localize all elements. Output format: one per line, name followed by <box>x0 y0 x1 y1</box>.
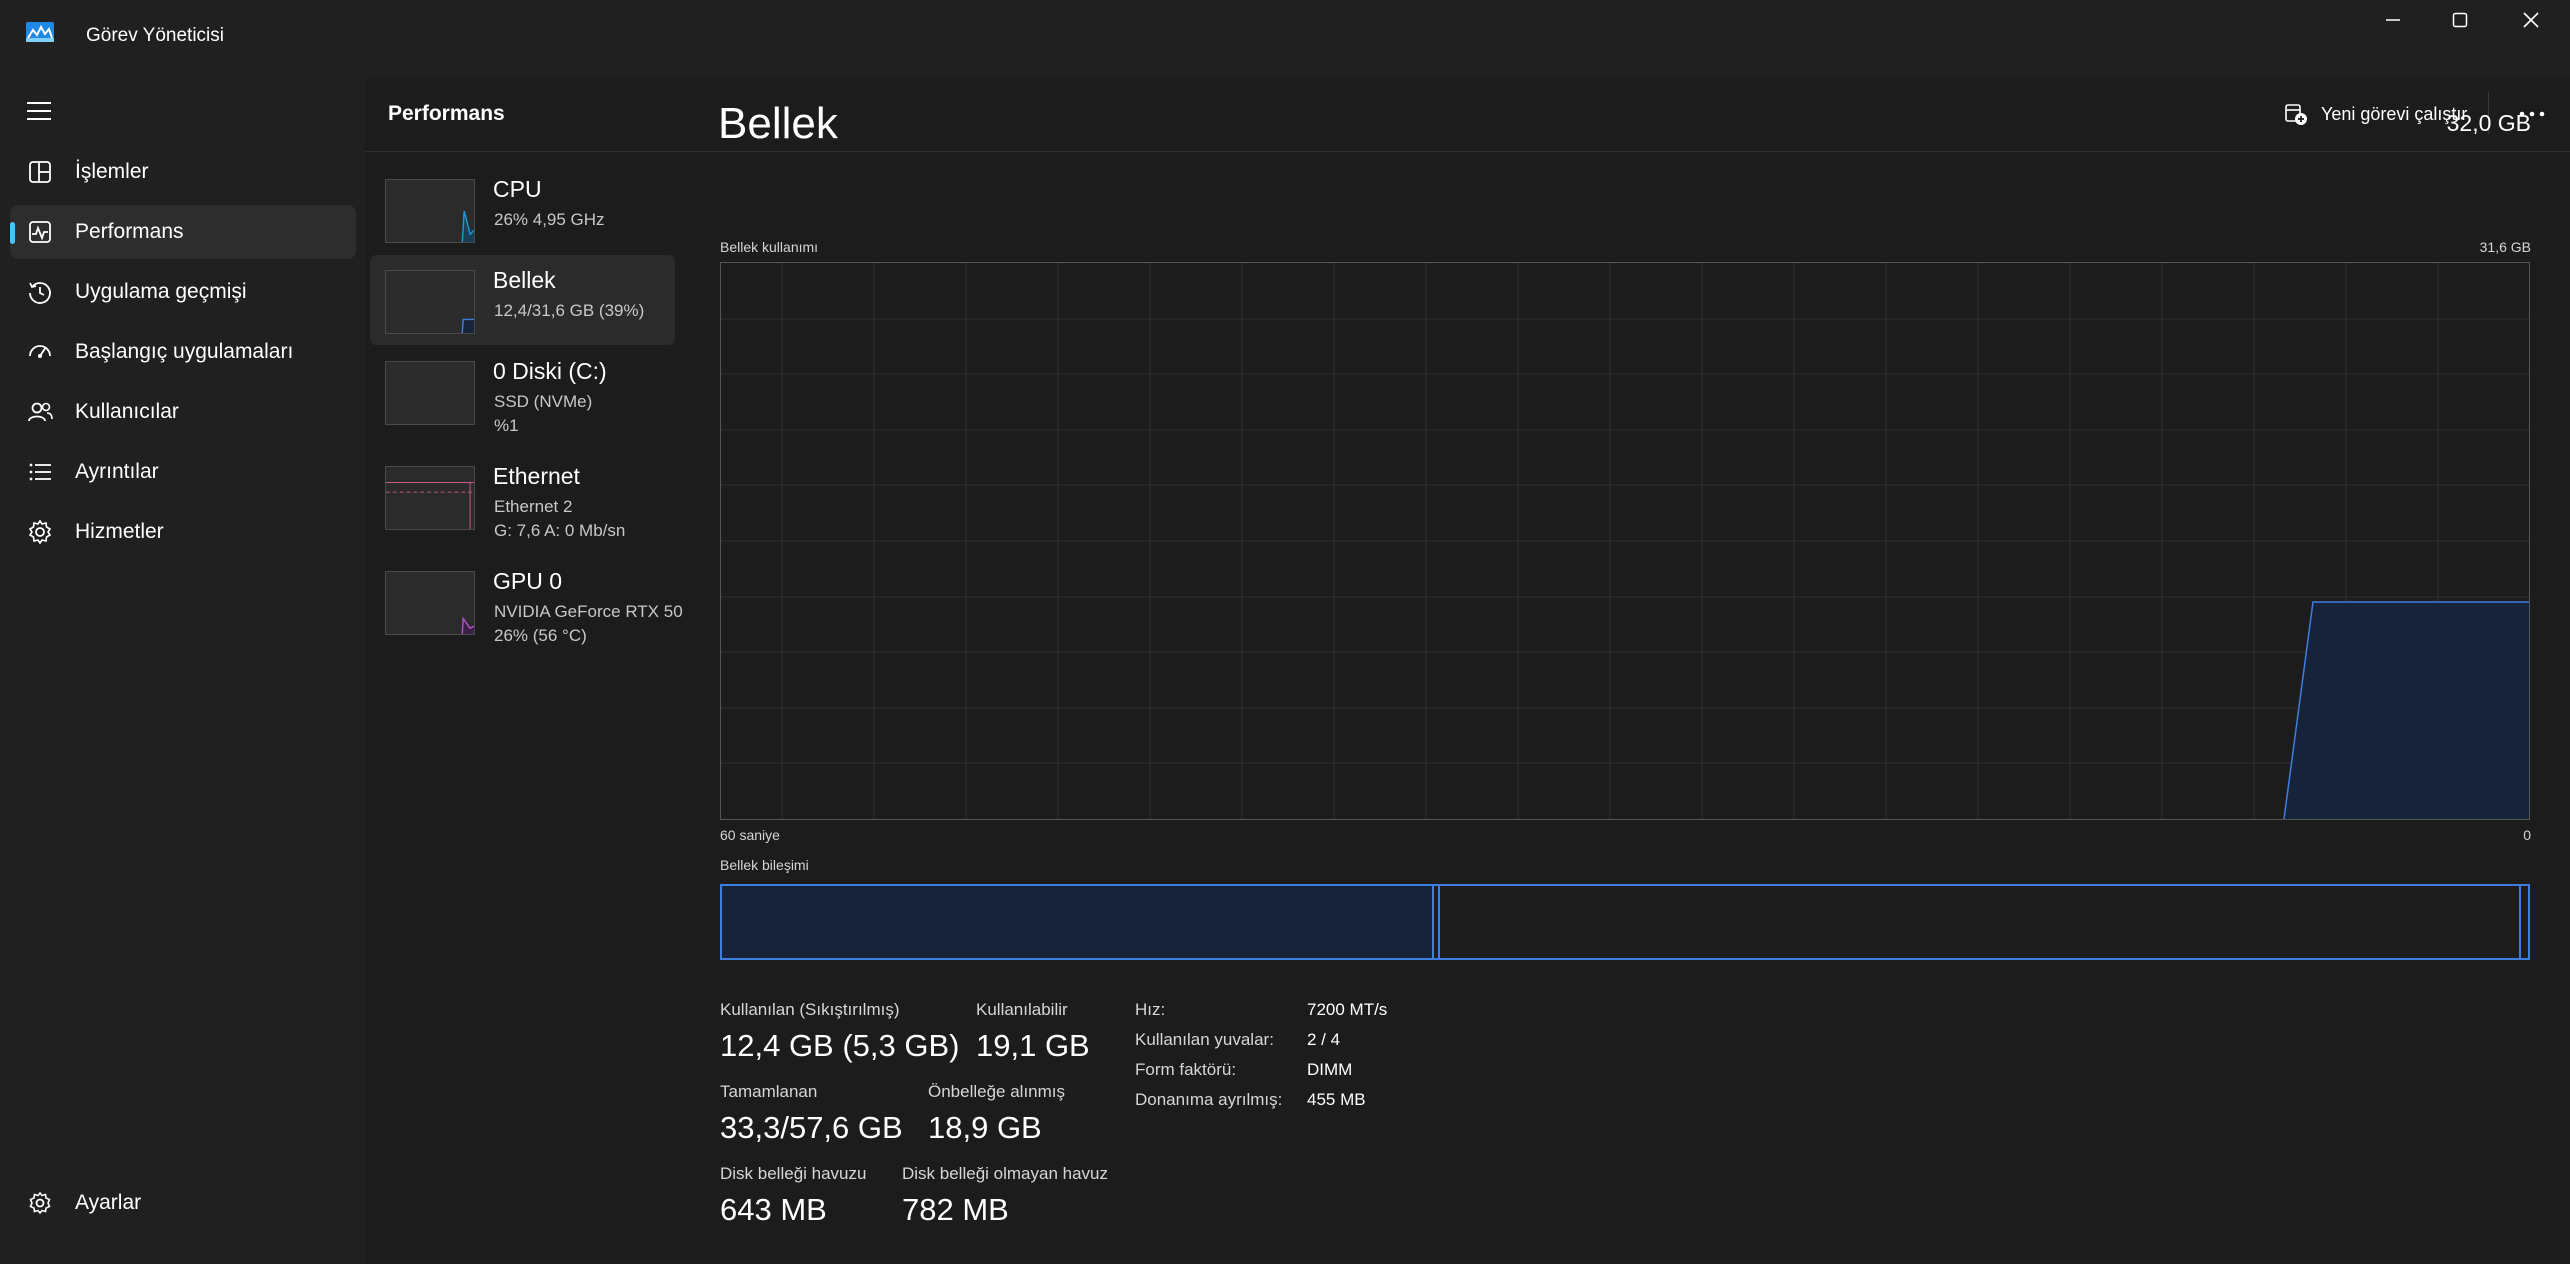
cached-label: Önbelleğe alınmış <box>928 1082 1066 1101</box>
task-manager-app-icon <box>26 22 54 42</box>
paged-pool-value: 643 MB <box>720 1192 827 1227</box>
history-icon <box>29 282 51 304</box>
nav-item-app-history[interactable]: Uygulama geçmişi <box>10 265 356 319</box>
nav-item-label: Uygulama geçmişi <box>75 280 247 303</box>
committed-value: 33,3/57,6 GB <box>720 1110 903 1145</box>
memory-usage-graph <box>720 262 2530 820</box>
nav-item-label: Hizmetler <box>75 520 164 543</box>
disk-thumbnail-graph <box>385 361 475 425</box>
memory-usage-label: Bellek kullanımı <box>720 239 819 255</box>
form-factor-key: Form faktörü: <box>1135 1060 1237 1079</box>
close-icon <box>2523 12 2539 28</box>
device-detail: Ethernet 2 <box>494 497 573 516</box>
nav-item-details[interactable]: Ayrıntılar <box>10 445 356 499</box>
close-button[interactable] <box>2496 0 2566 40</box>
available-value: 19,1 GB <box>976 1028 1090 1063</box>
minimize-button[interactable] <box>2358 0 2428 40</box>
services-icon <box>28 519 52 545</box>
gpu-thumbnail-graph <box>385 571 475 635</box>
in-use-label: Kullanılan (Sıkıştırılmış) <box>720 1000 900 1019</box>
memory-thumbnail-graph <box>385 270 475 334</box>
composition-label: Bellek bileşimi <box>720 857 809 873</box>
nav-item-settings[interactable]: Ayarlar <box>10 1176 356 1230</box>
device-ethernet[interactable]: Ethernet Ethernet 2 G: 7,6 A: 0 Mb/sn <box>370 451 675 541</box>
device-detail-2: G: 7,6 A: 0 Mb/sn <box>494 521 626 540</box>
paged-pool-label: Disk belleği havuzu <box>720 1164 867 1183</box>
nonpaged-pool-label: Disk belleği olmayan havuz <box>902 1164 1108 1183</box>
run-new-task-icon <box>2285 104 2307 125</box>
device-gpu[interactable]: GPU 0 NVIDIA GeForce RTX 50 26% (56 °C) <box>370 556 683 646</box>
navigation-pane: İşlemler Performans Uygulama geçmişi Baş… <box>0 76 365 1264</box>
device-name: 0 Diski (C:) <box>493 358 607 384</box>
nav-item-label: Ayarlar <box>75 1191 142 1214</box>
users-icon <box>28 402 53 422</box>
hardware-reserved-value: 455 MB <box>1307 1090 1366 1109</box>
nav-item-startup-apps[interactable]: Başlangıç uygulamaları <box>10 325 356 379</box>
form-factor-value: DIMM <box>1307 1060 1353 1079</box>
processes-icon <box>29 161 51 183</box>
title-bar: Görev Yöneticisi <box>0 0 2570 76</box>
device-detail: 26% 4,95 GHz <box>494 210 605 229</box>
device-name: GPU 0 <box>493 568 563 594</box>
device-detail: 12,4/31,6 GB (39%) <box>494 301 645 320</box>
cpu-thumbnail-graph <box>385 179 475 243</box>
maximize-button[interactable] <box>2425 0 2495 40</box>
slots-value: 2 / 4 <box>1307 1030 1341 1049</box>
nav-item-performance[interactable]: Performans <box>10 205 356 259</box>
memory-composition-bar <box>720 884 2530 960</box>
device-detail: SSD (NVMe) <box>494 392 593 411</box>
nav-item-users[interactable]: Kullanıcılar <box>10 385 356 439</box>
device-memory[interactable]: Bellek 12,4/31,6 GB (39%) <box>370 255 675 345</box>
minimize-icon <box>2386 19 2400 21</box>
nav-item-label: İşlemler <box>75 160 149 183</box>
graph-time-right: 0 <box>2523 827 2531 843</box>
available-label: Kullanılabilir <box>976 1000 1068 1019</box>
performance-icon <box>29 221 51 243</box>
page-title: Performans <box>388 102 505 125</box>
details-icon <box>29 463 51 481</box>
composition-modified <box>1438 886 1440 958</box>
device-name: Bellek <box>493 267 556 293</box>
total-memory: 32,0 GB <box>2446 110 2531 136</box>
maximize-icon <box>2452 12 2468 28</box>
device-name: CPU <box>493 176 542 202</box>
device-cpu[interactable]: CPU 26% 4,95 GHz <box>370 164 675 254</box>
speed-key: Hız: <box>1135 1000 1166 1019</box>
task-manager-window: Görev Yöneticisi İşlemler Performans Uyg… <box>0 0 2570 1264</box>
device-detail-2: 26% (56 °C) <box>494 626 587 645</box>
detail-title: Bellek <box>718 99 838 148</box>
cached-value: 18,9 GB <box>928 1110 1042 1145</box>
speed-value: 7200 MT/s <box>1307 1000 1388 1019</box>
hamburger-menu-icon[interactable] <box>24 98 54 124</box>
memory-usage-area <box>2284 602 2529 819</box>
nav-item-label: Kullanıcılar <box>75 400 179 423</box>
settings-gear-icon <box>29 1191 51 1215</box>
graph-grid <box>721 263 2529 819</box>
content-header: Performans Yeni görevi çalıştır <box>365 76 2570 152</box>
slots-key: Kullanılan yuvalar: <box>1135 1030 1274 1049</box>
hardware-reserved-key: Donanıma ayrılmış: <box>1135 1090 1283 1109</box>
window-title: Görev Yöneticisi <box>86 25 224 46</box>
nav-item-services[interactable]: Hizmetler <box>10 505 356 559</box>
startup-icon <box>29 345 51 358</box>
device-detail-2: %1 <box>494 416 519 435</box>
committed-label: Tamamlanan <box>720 1082 818 1101</box>
in-use-value: 12,4 GB (5,3 GB) <box>720 1028 960 1063</box>
nav-item-label: Ayrıntılar <box>75 460 159 483</box>
ethernet-thumbnail-graph <box>385 466 475 530</box>
device-disk[interactable]: 0 Diski (C:) SSD (NVMe) %1 <box>370 346 675 436</box>
memory-usage-max: 31,6 GB <box>2479 239 2531 255</box>
nav-item-label: Başlangıç uygulamaları <box>75 340 294 363</box>
nav-item-label: Performans <box>75 220 184 243</box>
device-detail: NVIDIA GeForce RTX 50 <box>494 602 683 621</box>
device-name: Ethernet <box>493 463 580 489</box>
nav-item-processes[interactable]: İşlemler <box>10 145 356 199</box>
composition-in-use <box>722 886 1434 958</box>
composition-standby-boundary <box>2519 886 2521 958</box>
nonpaged-pool-value: 782 MB <box>902 1192 1009 1227</box>
graph-time-left: 60 saniye <box>720 827 780 843</box>
active-indicator <box>10 222 15 244</box>
